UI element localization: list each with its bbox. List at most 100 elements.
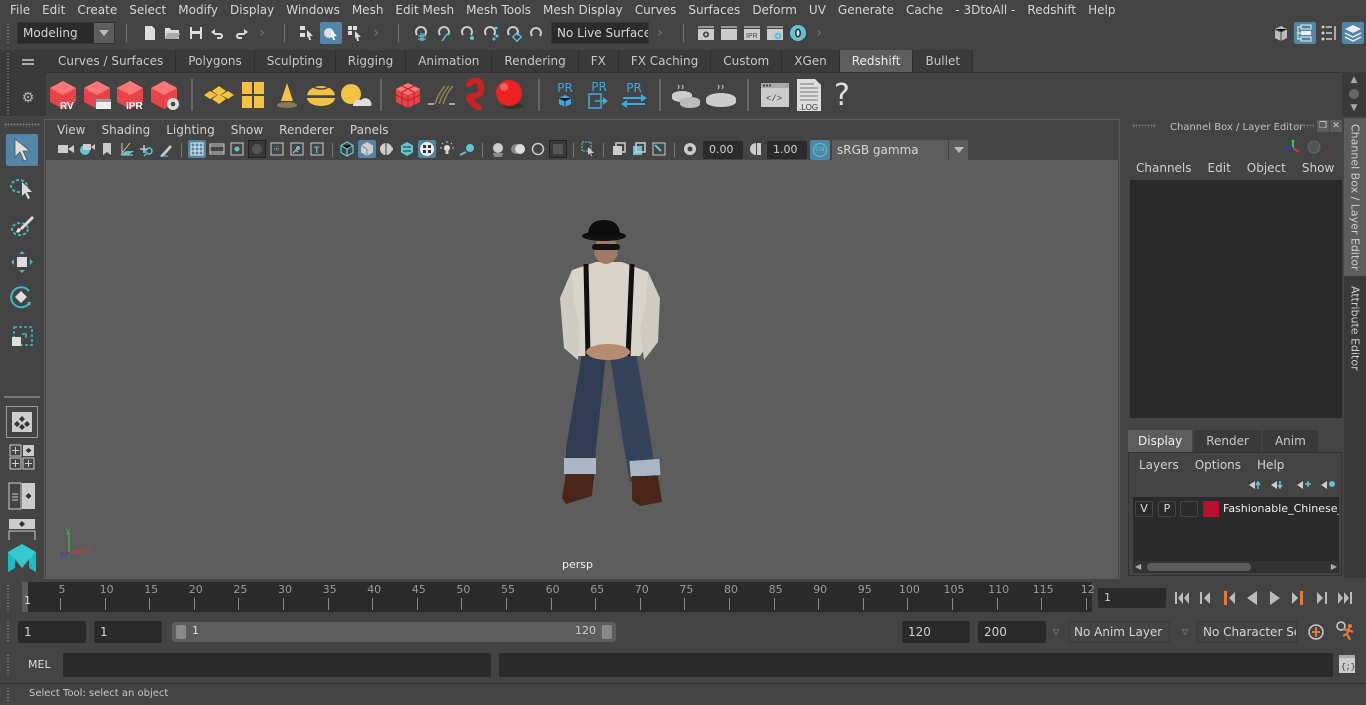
viewport-menu-renderer[interactable]: Renderer bbox=[271, 120, 342, 140]
play-backwards-button[interactable] bbox=[1243, 589, 1261, 607]
character-set-dropdown[interactable]: No Character Set bbox=[1197, 621, 1297, 643]
redshift-sun-sky-button[interactable] bbox=[339, 79, 373, 111]
menu-help[interactable]: Help bbox=[1082, 0, 1121, 20]
help-line-grip[interactable] bbox=[6, 687, 10, 703]
hypershade-icon[interactable] bbox=[788, 23, 808, 43]
redshift-hair-button[interactable] bbox=[426, 79, 458, 111]
channel-box-menu-channels[interactable]: Channels bbox=[1126, 158, 1202, 178]
command-line-grip[interactable] bbox=[6, 654, 10, 676]
four-view-layout-icon[interactable] bbox=[6, 444, 38, 470]
redshift-material-ball-button[interactable] bbox=[494, 77, 526, 111]
panel-grip[interactable] bbox=[1294, 124, 1314, 128]
snap-point-icon[interactable] bbox=[458, 23, 478, 43]
shelf-tab-sculpting[interactable]: Sculpting bbox=[254, 50, 336, 72]
playback-start-field[interactable]: 1 bbox=[94, 621, 162, 643]
redshift-script-editor-button[interactable]: </> bbox=[759, 79, 791, 111]
redshift-area-light-button[interactable] bbox=[203, 79, 235, 111]
redshift-help-button[interactable]: ? bbox=[828, 77, 856, 113]
isolate-select-icon[interactable] bbox=[549, 140, 567, 158]
shelf-tab-custom[interactable]: Custom bbox=[711, 50, 783, 72]
attribute-editor-toggle-icon[interactable] bbox=[1294, 22, 1316, 44]
xray-joints-icon[interactable] bbox=[650, 140, 668, 158]
select-tool-icon[interactable] bbox=[6, 134, 38, 166]
layer-menu-options[interactable]: Options bbox=[1187, 455, 1249, 475]
layer-menu-help[interactable]: Help bbox=[1249, 455, 1292, 475]
range-end-handle[interactable] bbox=[602, 625, 612, 639]
range-slider-grip[interactable] bbox=[6, 621, 10, 643]
animation-preferences-icon[interactable] bbox=[1334, 619, 1358, 643]
move-layer-down-icon[interactable] bbox=[1269, 477, 1287, 493]
color-management-toggle[interactable]: ON bbox=[810, 140, 830, 160]
render-current-icon[interactable] bbox=[719, 23, 739, 43]
snap-live-icon[interactable] bbox=[504, 23, 524, 43]
wireframe-on-shaded-icon[interactable] bbox=[378, 140, 396, 158]
menu-edit-mesh[interactable]: Edit Mesh bbox=[389, 0, 460, 20]
shelf-settings-gear-icon[interactable]: ⚙ bbox=[18, 88, 38, 108]
camera-icon[interactable] bbox=[57, 140, 75, 158]
redshift-bake-button[interactable] bbox=[704, 79, 738, 111]
toolbox-grip[interactable] bbox=[4, 123, 40, 127]
select-by-component-icon[interactable] bbox=[345, 23, 365, 43]
layer-tab-anim[interactable]: Anim bbox=[1262, 430, 1318, 452]
go-to-end-button[interactable] bbox=[1335, 589, 1353, 607]
film-gate-icon[interactable] bbox=[208, 140, 226, 158]
xray-icon[interactable] bbox=[610, 140, 628, 158]
range-start-handle[interactable] bbox=[176, 625, 186, 639]
menu-generate[interactable]: Generate bbox=[832, 0, 900, 20]
shelf-tab-polygons[interactable]: Polygons bbox=[176, 50, 255, 72]
gate-mask-icon[interactable] bbox=[248, 140, 266, 158]
character-model[interactable] bbox=[544, 218, 674, 520]
scroll-right-icon[interactable]: ▶ bbox=[1331, 562, 1337, 571]
play-forwards-button[interactable] bbox=[1266, 589, 1284, 607]
menu-select[interactable]: Select bbox=[123, 0, 172, 20]
menu-windows[interactable]: Windows bbox=[280, 0, 346, 20]
shelf-tab-animation[interactable]: Animation bbox=[406, 50, 493, 72]
shadows-icon[interactable] bbox=[438, 140, 456, 158]
side-tab-channel-box[interactable]: Channel Box / Layer Editor bbox=[1344, 118, 1366, 276]
new-scene-icon[interactable] bbox=[140, 23, 160, 43]
workspace-dropdown[interactable]: Modeling bbox=[17, 22, 115, 44]
viewport-menu-panels[interactable]: Panels bbox=[342, 120, 397, 140]
bookmark-icon[interactable] bbox=[98, 140, 116, 158]
layer-display-type-toggle[interactable] bbox=[1180, 501, 1198, 517]
animation-start-field[interactable]: 1 bbox=[18, 621, 86, 643]
exposure-icon[interactable] bbox=[681, 140, 699, 158]
shelf-tab-rigging[interactable]: Rigging bbox=[335, 50, 407, 72]
redshift-ies-light-button[interactable] bbox=[271, 79, 303, 111]
camera-attributes-icon[interactable] bbox=[78, 140, 96, 158]
scale-tool-icon[interactable] bbox=[6, 320, 38, 352]
redshift-dome-light-button[interactable] bbox=[305, 79, 337, 111]
live-surface-field[interactable]: No Live Surface bbox=[551, 22, 649, 44]
collapse-arrow-icon[interactable]: › bbox=[815, 23, 823, 43]
menu-create[interactable]: Create bbox=[71, 0, 123, 20]
menu-mesh-display[interactable]: Mesh Display bbox=[537, 0, 629, 20]
safe-title-icon[interactable]: T bbox=[308, 140, 326, 158]
go-to-start-button[interactable] bbox=[1174, 589, 1192, 607]
undo-icon[interactable] bbox=[208, 23, 228, 43]
menu-3dtoall[interactable]: - 3DtoAll - bbox=[949, 0, 1021, 20]
rotate-tool-icon[interactable] bbox=[6, 282, 38, 314]
layer-row[interactable]: V P Fashionable_Chinese_ bbox=[1133, 499, 1339, 519]
textured-icon[interactable] bbox=[398, 140, 416, 158]
shelf-grip[interactable] bbox=[6, 52, 10, 114]
menu-file[interactable]: File bbox=[4, 0, 36, 20]
viewport-menu-lighting[interactable]: Lighting bbox=[158, 120, 223, 140]
layer-horizontal-scrollbar[interactable]: ◀ ▶ bbox=[1133, 561, 1339, 573]
redshift-volume-button[interactable] bbox=[392, 79, 424, 111]
channel-box-menu-object[interactable]: Object bbox=[1237, 158, 1296, 178]
float-panel-icon[interactable]: ❐ bbox=[1317, 120, 1329, 132]
redshift-batch-render-button[interactable] bbox=[80, 77, 114, 113]
snap-view-plane-icon[interactable] bbox=[481, 23, 501, 43]
auto-key-icon[interactable] bbox=[1305, 621, 1327, 643]
paint-select-tool-icon[interactable] bbox=[6, 210, 38, 242]
redo-icon[interactable] bbox=[231, 23, 251, 43]
step-back-key-button[interactable] bbox=[1220, 589, 1238, 607]
collapse-arrow-icon[interactable]: › bbox=[258, 23, 266, 43]
anim-layer-dropdown[interactable]: No Anim Layer bbox=[1068, 621, 1170, 643]
save-scene-icon[interactable] bbox=[186, 23, 206, 43]
2d-pan-zoom-icon[interactable] bbox=[137, 140, 155, 158]
menu-curves[interactable]: Curves bbox=[629, 0, 683, 20]
shelf-tabs-menu-icon[interactable] bbox=[18, 54, 38, 70]
modeling-toolkit-icon[interactable] bbox=[1271, 23, 1291, 43]
current-frame-field[interactable]: 1 bbox=[1098, 588, 1166, 608]
